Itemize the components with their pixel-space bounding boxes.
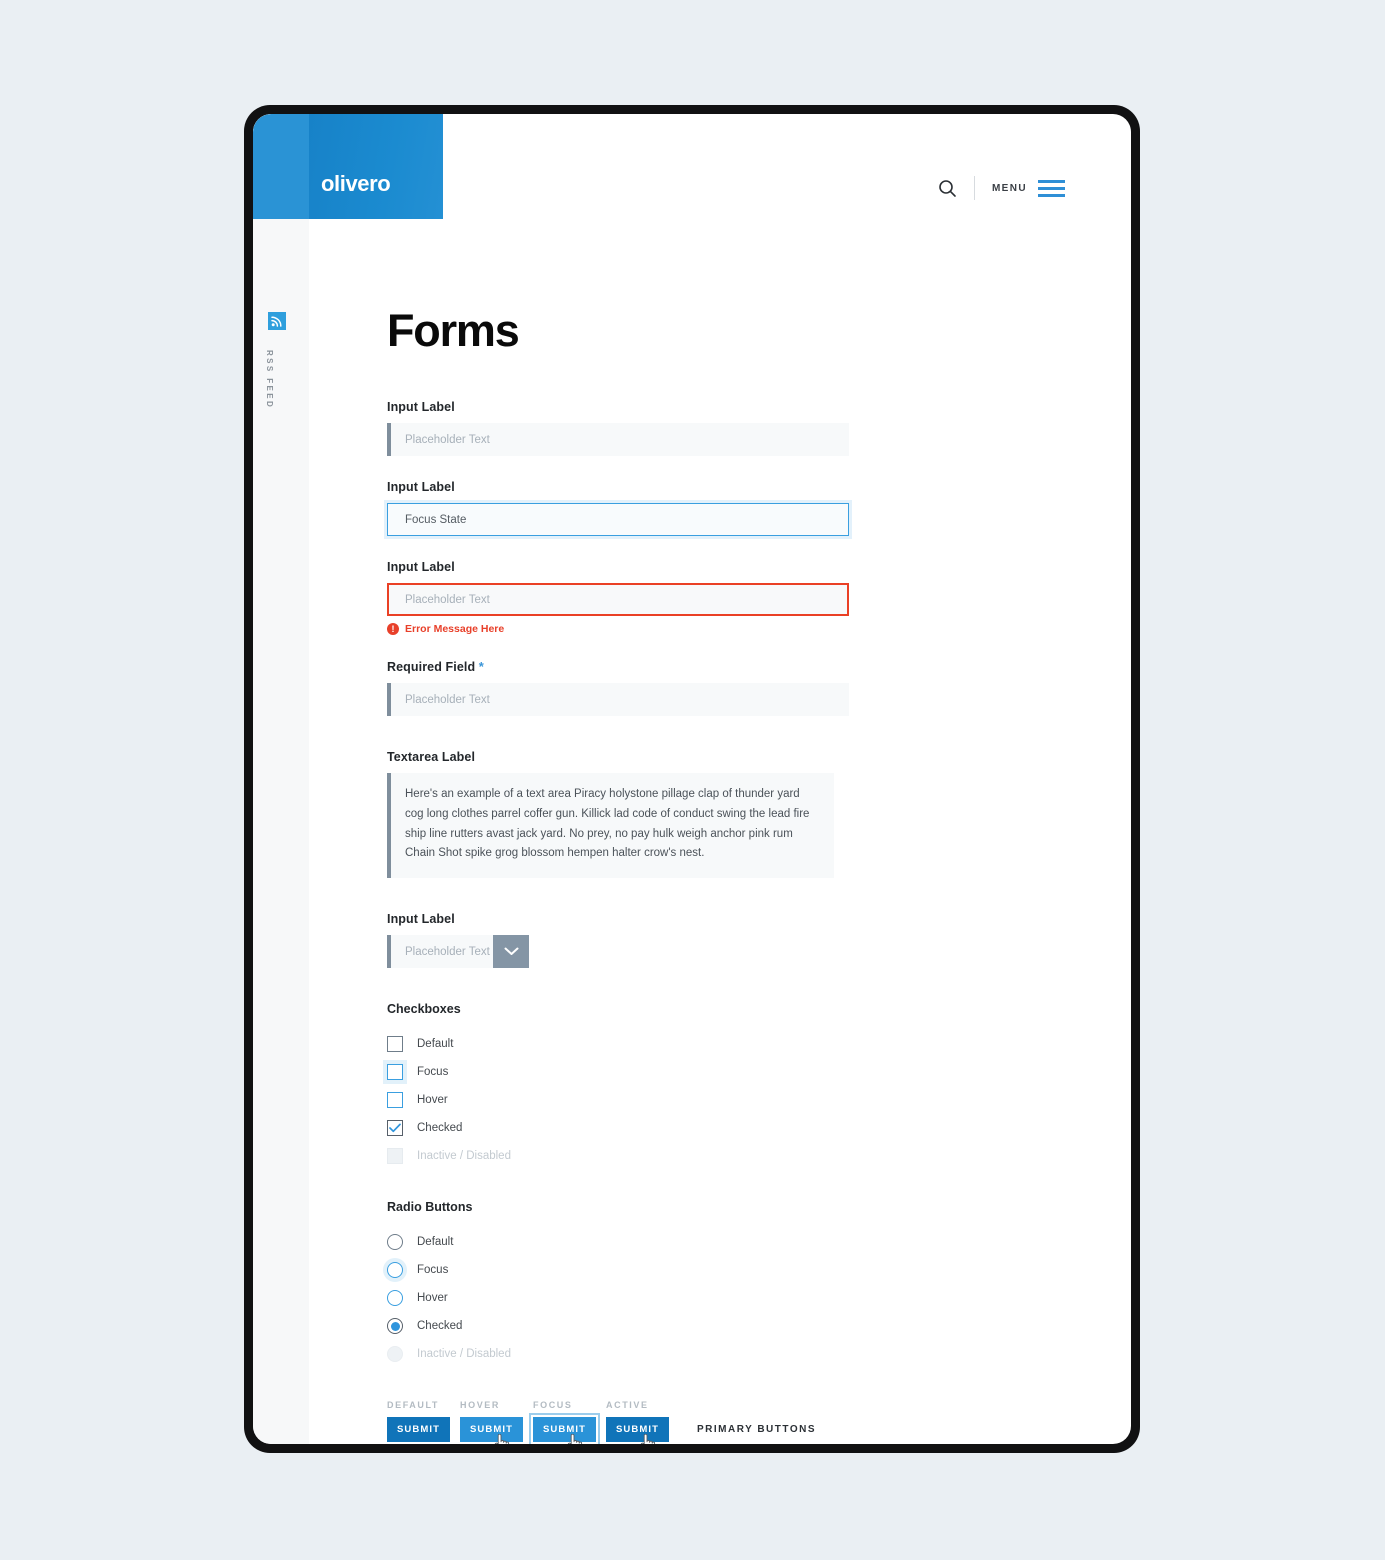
radio-group: Radio Buttons Default Focus Hover Checke…: [387, 1200, 1131, 1368]
field-default: Input Label Placeholder Text: [387, 400, 1131, 456]
radios-title: Radio Buttons: [387, 1200, 473, 1215]
checkbox-row-default[interactable]: Default: [387, 1030, 1131, 1058]
radio-hover-label: Hover: [417, 1292, 448, 1305]
required-asterisk: *: [478, 659, 484, 674]
brand-logo[interactable]: olivero: [321, 171, 391, 197]
input-focus[interactable]: Focus State: [387, 503, 849, 536]
textarea-input[interactable]: Here's an example of a text area Piracy …: [387, 773, 834, 879]
select-label: Input Label: [387, 912, 455, 927]
input-label-focus: Input Label: [387, 480, 455, 494]
rss-icon[interactable]: [268, 312, 286, 330]
primary-buttons-row: SUBMIT SUBMIT SUBMIT SUBMIT PRIMARY BUTT…: [387, 1417, 1131, 1444]
buttons-section: DEFAULT HOVER FOCUS ACTIVE SUBMIT SUBMIT: [387, 1400, 1131, 1444]
checkbox-checked-label: Checked: [417, 1122, 463, 1135]
pointer-cursor-icon: [494, 1433, 510, 1444]
radio-default-label: Default: [417, 1236, 454, 1249]
input-label-required: Required Field *: [387, 659, 1131, 674]
checkbox-row-focus[interactable]: Focus: [387, 1058, 1131, 1086]
radio-default-icon[interactable]: [387, 1234, 403, 1251]
button-column-heads: DEFAULT HOVER FOCUS ACTIVE: [387, 1400, 1131, 1410]
chevron-down-icon[interactable]: [493, 935, 529, 969]
radio-focus-label: Focus: [417, 1264, 449, 1277]
menu-label: MENU: [991, 182, 1027, 194]
primary-active-button[interactable]: SUBMIT: [606, 1417, 669, 1443]
required-label-text: Required Field: [387, 660, 476, 674]
radio-row-hover[interactable]: Hover: [387, 1284, 1131, 1312]
checkbox-group: Checkboxes Default Focus Hover Checked I…: [387, 1002, 1131, 1170]
checkbox-focus-label: Focus: [417, 1066, 449, 1079]
select-value[interactable]: Placeholder Text: [387, 935, 493, 969]
logo-block[interactable]: olivero: [253, 114, 443, 219]
page-title: Forms: [387, 305, 520, 356]
field-required: Required Field * Placeholder Text: [387, 659, 1131, 716]
primary-hover-cell: SUBMIT: [460, 1417, 533, 1444]
left-rail: RSS FEED: [253, 114, 309, 1444]
primary-focus-cell: SUBMIT: [533, 1417, 606, 1444]
primary-active-cell: SUBMIT: [606, 1417, 679, 1444]
checkbox-row-disabled: Inactive / Disabled: [387, 1142, 1131, 1170]
primary-focus-button[interactable]: SUBMIT: [533, 1417, 596, 1443]
search-button[interactable]: [938, 179, 957, 198]
checkbox-hover-label: Hover: [417, 1094, 448, 1107]
exclamation-icon: !: [387, 623, 399, 635]
radio-row-disabled: Inactive / Disabled: [387, 1340, 1131, 1368]
radio-hover-icon[interactable]: [387, 1290, 403, 1307]
hamburger-icon[interactable]: [1038, 179, 1065, 197]
checkbox-hover-icon[interactable]: [387, 1092, 403, 1109]
rss-feed-label: RSS FEED: [265, 350, 274, 410]
input-error[interactable]: Placeholder Text: [387, 583, 849, 616]
menu-button[interactable]: MENU: [991, 179, 1065, 197]
button-head-hover: HOVER: [460, 1400, 501, 1411]
radio-disabled-label: Inactive / Disabled: [417, 1348, 511, 1361]
radio-checked-icon[interactable]: [387, 1318, 403, 1335]
radio-row-focus[interactable]: Focus: [387, 1256, 1131, 1284]
button-head-active: ACTIVE: [606, 1400, 649, 1411]
primary-default-button[interactable]: SUBMIT: [387, 1417, 450, 1443]
error-message-text: Error Message Here: [405, 623, 505, 635]
topbar-divider: [973, 176, 975, 200]
textarea-label: Textarea Label: [387, 750, 476, 764]
input-label-error: Input Label: [387, 560, 455, 574]
checkbox-row-hover[interactable]: Hover: [387, 1086, 1131, 1114]
field-focus: Input Label Focus State: [387, 480, 1131, 536]
checkbox-disabled-label: Inactive / Disabled: [417, 1150, 511, 1163]
checkbox-default-icon[interactable]: [387, 1036, 403, 1053]
search-icon: [939, 179, 956, 197]
screen: RSS FEED olivero MENU Forms Input Label …: [253, 114, 1131, 1444]
button-head-default: DEFAULT: [387, 1400, 440, 1411]
checkbox-default-label: Default: [417, 1038, 454, 1051]
input-default[interactable]: Placeholder Text: [387, 423, 849, 456]
radio-focus-icon[interactable]: [387, 1262, 403, 1279]
input-label-default: Input Label: [387, 400, 455, 414]
radio-checked-label: Checked: [417, 1320, 463, 1333]
primary-hover-button[interactable]: SUBMIT: [460, 1417, 523, 1443]
primary-default-cell: SUBMIT: [387, 1417, 460, 1443]
checkbox-focus-icon[interactable]: [387, 1064, 403, 1081]
field-error: Input Label Placeholder Text ! Error Mes…: [387, 560, 1131, 635]
topbar: MENU: [938, 176, 1065, 200]
radio-row-checked[interactable]: Checked: [387, 1312, 1131, 1340]
device-frame: RSS FEED olivero MENU Forms Input Label …: [244, 105, 1140, 1453]
radio-disabled-icon: [387, 1346, 403, 1363]
primary-buttons-label: PRIMARY BUTTONS: [697, 1424, 816, 1436]
select-control[interactable]: Placeholder Text: [387, 935, 529, 969]
field-select: Input Label Placeholder Text: [387, 912, 1131, 969]
checkbox-row-checked[interactable]: Checked: [387, 1114, 1131, 1142]
field-textarea: Textarea Label Here's an example of a te…: [387, 750, 1131, 879]
pointer-cursor-icon: [640, 1433, 656, 1444]
checkboxes-title: Checkboxes: [387, 1002, 461, 1017]
main-content: Forms Input Label Placeholder Text Input…: [309, 219, 1131, 1444]
input-required[interactable]: Placeholder Text: [387, 683, 849, 716]
error-message: ! Error Message Here: [387, 623, 1131, 635]
checkbox-checked-icon[interactable]: [387, 1120, 403, 1137]
checkbox-disabled-icon: [387, 1148, 403, 1165]
pointer-cursor-icon: [567, 1433, 583, 1444]
radio-row-default[interactable]: Default: [387, 1228, 1131, 1256]
button-head-focus: FOCUS: [533, 1400, 573, 1411]
